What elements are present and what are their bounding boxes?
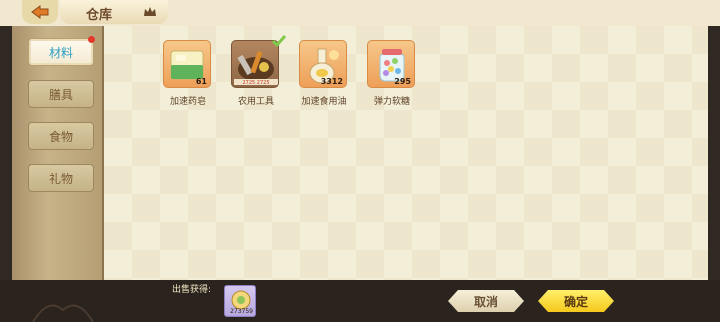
item-count: 61 xyxy=(195,77,207,86)
crown-icon xyxy=(144,7,156,16)
item-slot[interactable]: 61 xyxy=(163,40,211,88)
item-slot[interactable]: 3312 xyxy=(299,40,347,88)
cancel-button-label: 取消 xyxy=(473,294,498,309)
confirm-button-label: 确定 xyxy=(563,294,588,309)
corner-ornament-icon xyxy=(32,304,94,322)
checkmark-icon xyxy=(271,35,287,48)
inventory-item[interactable]: 61 加速药皂 xyxy=(163,40,213,107)
tab-food[interactable]: 食物 xyxy=(28,122,94,150)
back-button[interactable] xyxy=(22,0,58,24)
tab-label: 膳具 xyxy=(48,87,73,102)
item-label: 加速药皂 xyxy=(169,97,206,107)
page-title: 仓库 xyxy=(86,8,113,23)
item-label: 弹力软糖 xyxy=(373,97,410,107)
inventory-item[interactable]: 295 弹力软糖 xyxy=(367,40,417,107)
confirm-button[interactable]: 确定 xyxy=(538,290,614,312)
inventory-item[interactable]: 3312 加速食用油 xyxy=(299,40,349,107)
item-slot[interactable]: 295 xyxy=(367,40,415,88)
tab-label: 材料 xyxy=(48,45,73,60)
category-sidebar: 材料 膳具 食物 礼物 xyxy=(12,26,104,280)
inventory-item[interactable]: 2725 2725 农用工具 xyxy=(231,35,287,107)
back-arrow-icon xyxy=(31,5,49,19)
cancel-button[interactable]: 取消 xyxy=(448,290,524,312)
tab-utensils[interactable]: 膳具 xyxy=(28,80,94,108)
svg-text:2725 2725: 2725 2725 xyxy=(242,80,269,86)
item-label: 加速食用油 xyxy=(301,97,347,107)
sell-reward-slot: 273759 xyxy=(224,285,256,317)
tab-gifts[interactable]: 礼物 xyxy=(28,164,94,192)
item-count: 3312 xyxy=(320,77,343,86)
item-count: 295 xyxy=(394,77,411,86)
tab-materials[interactable]: 材料 xyxy=(28,36,95,66)
tab-label: 礼物 xyxy=(48,171,73,186)
tab-label: 食物 xyxy=(48,129,73,144)
notification-dot xyxy=(88,36,95,43)
item-label: 农用工具 xyxy=(237,97,274,107)
tools-icon: 2725 2725 xyxy=(234,50,278,86)
sell-label: 出售获得: xyxy=(172,285,212,295)
sell-count: 273759 xyxy=(230,308,253,315)
